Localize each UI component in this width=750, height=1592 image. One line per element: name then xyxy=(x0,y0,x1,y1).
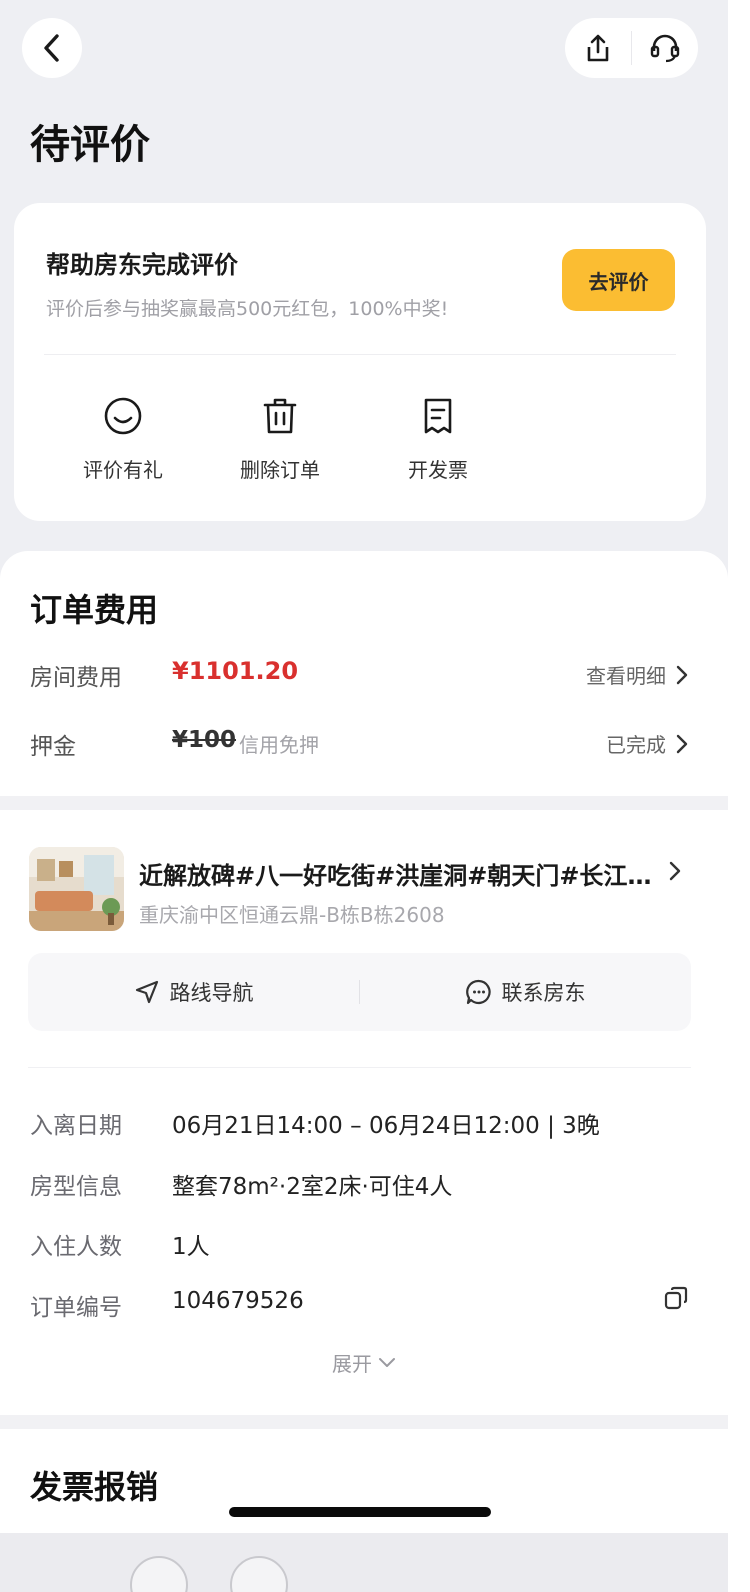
review-gift-label: 评价有礼 xyxy=(83,458,163,482)
listing-address: 重庆渝中区恒通云鼎-B栋B栋2608 xyxy=(139,903,445,927)
deposit-amount: ¥100 xyxy=(172,727,237,753)
deposit-label: 押金 xyxy=(30,734,76,760)
right-edge-strip xyxy=(728,0,750,1592)
listing-card: 近解放碑#八一好吃街#洪崖洞#朝天门#长江索道 重庆渝中区恒通云鼎-B栋B栋26… xyxy=(0,810,728,1415)
view-details-label: 查看明细 xyxy=(586,664,666,688)
delete-order-action[interactable]: 删除订单 xyxy=(225,396,335,483)
listing-thumbnail[interactable] xyxy=(29,847,124,931)
chevron-down-icon xyxy=(379,1357,395,1367)
order-fees-section: 订单费用 房间费用 ¥1101.20 查看明细 押金 ¥100 信用免押 已完成 xyxy=(0,551,728,796)
review-subtitle: 评价后参与抽奖赢最高500元红包，100%中奖! xyxy=(46,298,449,320)
fees-title: 订单费用 xyxy=(30,591,159,629)
trash-icon xyxy=(263,398,297,434)
room-fee-label: 房间费用 xyxy=(30,665,122,691)
listing-action-bar: 路线导航 联系房东 xyxy=(28,953,691,1031)
room-type-label: 房型信息 xyxy=(30,1174,122,1200)
review-gift-action[interactable]: 评价有礼 xyxy=(68,396,178,483)
order-number-label: 订单编号 xyxy=(30,1295,122,1321)
deposit-status-link[interactable]: 已完成 xyxy=(606,729,688,758)
contact-host-button[interactable]: 联系房东 xyxy=(360,977,691,1007)
contact-host-label: 联系房东 xyxy=(501,981,586,1005)
deposit-note: 信用免押 xyxy=(239,733,319,757)
back-button[interactable] xyxy=(22,18,82,78)
chevron-right-icon xyxy=(676,665,688,684)
page-title: 待评价 xyxy=(30,122,150,168)
listing-divider xyxy=(28,1067,691,1068)
guest-count-value: 1人 xyxy=(172,1234,210,1260)
invoice-section: 发票报销 xyxy=(0,1429,728,1533)
review-divider xyxy=(44,354,676,355)
guest-count-label: 入住人数 xyxy=(30,1234,122,1260)
listing-name[interactable]: 近解放碑#八一好吃街#洪崖洞#朝天门#长江索道 xyxy=(139,856,654,891)
stay-dates-label: 入离日期 xyxy=(30,1113,122,1139)
go-review-button[interactable]: 去评价 xyxy=(562,249,675,311)
bottom-band xyxy=(0,1533,728,1592)
invoice-action[interactable]: 开发票 xyxy=(383,396,493,483)
invoice-title: 发票报销 xyxy=(30,1468,159,1506)
home-indicator xyxy=(229,1507,491,1517)
share-button[interactable] xyxy=(565,18,631,78)
chat-bubble-icon xyxy=(465,979,491,1005)
route-navigation-button[interactable]: 路线导航 xyxy=(28,977,359,1007)
section-gap xyxy=(0,1415,728,1429)
review-title: 帮助房东完成评价 xyxy=(46,251,238,279)
expand-toggle[interactable]: 展开 xyxy=(0,1348,728,1377)
review-card: 帮助房东完成评价 评价后参与抽奖赢最高500元红包，100%中奖! 去评价 评价… xyxy=(14,203,706,521)
expand-label: 展开 xyxy=(332,1352,372,1376)
invoice-label: 开发票 xyxy=(408,458,468,482)
headset-icon xyxy=(650,34,680,63)
room-fee-price: ¥1101.20 xyxy=(172,657,299,685)
room-type-value: 整套78m²·2室2床·可住4人 xyxy=(172,1174,453,1200)
header-actions xyxy=(565,18,698,78)
section-gap xyxy=(0,796,728,810)
receipt-icon xyxy=(424,398,452,434)
chevron-right-icon xyxy=(676,734,688,753)
smile-icon xyxy=(104,397,142,435)
navigation-arrow-icon xyxy=(135,980,158,1004)
stay-dates-value: 06月21日14:00 – 06月24日12:00 | 3晚 xyxy=(172,1113,600,1139)
customer-service-button[interactable] xyxy=(632,18,698,78)
delete-order-label: 删除订单 xyxy=(240,458,320,482)
view-details-link[interactable]: 查看明细 xyxy=(586,660,688,689)
room-photo-image xyxy=(29,847,124,931)
route-navigation-label: 路线导航 xyxy=(169,981,254,1005)
deposit-status-label: 已完成 xyxy=(606,733,666,757)
copy-icon[interactable] xyxy=(663,1285,689,1311)
chevron-left-icon xyxy=(44,34,59,62)
chevron-right-icon[interactable] xyxy=(668,860,682,882)
order-number-value: 104679526 xyxy=(172,1288,304,1314)
share-icon xyxy=(587,34,609,62)
